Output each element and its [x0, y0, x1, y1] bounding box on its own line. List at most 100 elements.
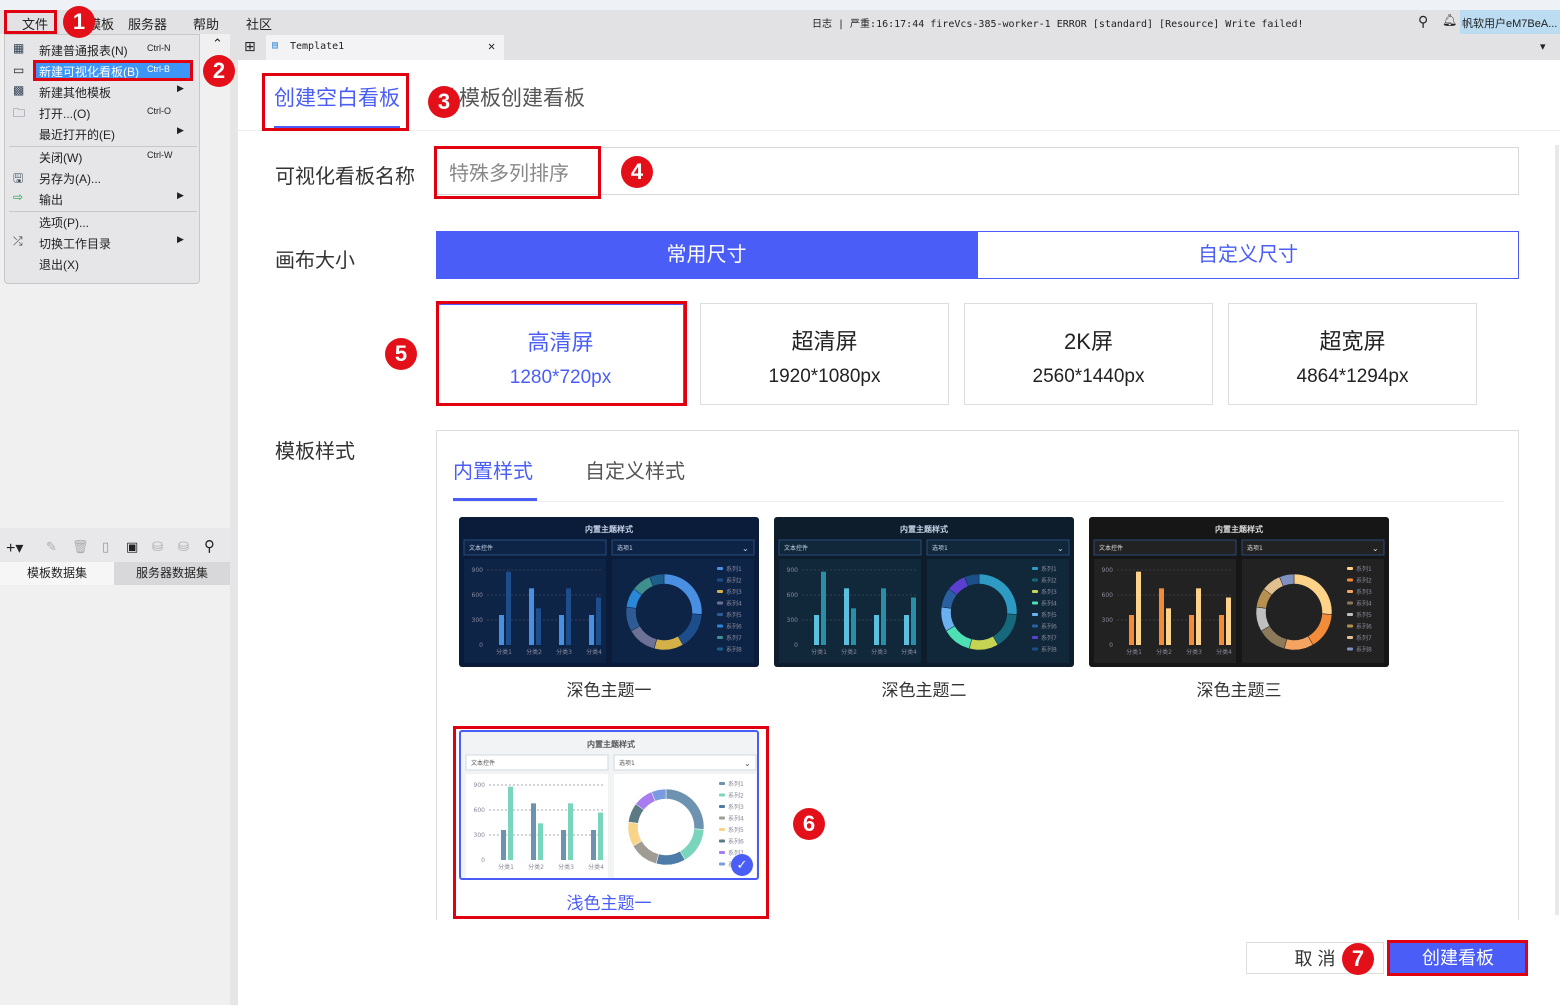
size-option-2k[interactable]: 2K屏 2560*1440px — [964, 303, 1213, 405]
thumb-xtick: 分类3 — [1186, 648, 1202, 656]
collapse-icon[interactable]: ⌃ — [212, 36, 223, 52]
db-remove-icon[interactable]: ⛁ — [178, 539, 189, 555]
thumb-bar — [1196, 588, 1201, 645]
tab-list-icon[interactable]: ▾ — [1540, 40, 1546, 53]
thumb-title: 内置主题样式 — [585, 524, 633, 534]
step-badge: 6 — [793, 808, 825, 840]
dataset-tabs: 模板数据集 服务器数据集 — [0, 562, 230, 585]
thumb-legend-swatch — [1347, 613, 1353, 616]
shuffle-icon: ⤮ — [13, 234, 23, 248]
thumb-legend-label: 系列1 — [726, 565, 742, 573]
size-option-fhd[interactable]: 超清屏 1920*1080px — [700, 303, 949, 405]
tab-server-dataset[interactable]: 服务器数据集 — [114, 562, 230, 585]
thumb-legend-swatch — [717, 647, 723, 651]
search-dataset-icon[interactable]: ⚲ — [204, 537, 215, 555]
tab-template1[interactable]: ▤ Template1 ✕ — [266, 35, 504, 60]
tab-from-template[interactable]: 从模板创建看板 — [438, 82, 585, 112]
thumb-bar — [881, 588, 886, 645]
bell-icon[interactable]: 🔔︎ — [1442, 13, 1457, 27]
theme-thumbnail[interactable]: 内置主题样式 文本控件 选项1 ⌄ 0 300 600 900 分类1 分类2 分类3 分类4 系列1 系… — [1089, 517, 1389, 667]
thumb-legend-swatch — [717, 613, 723, 616]
thumb-legend-swatch — [1347, 647, 1353, 651]
common-size-button[interactable]: 常用尺寸 — [436, 231, 977, 279]
delete-icon[interactable]: 🗑︎ — [72, 539, 89, 555]
tab-builtin-style[interactable]: 内置样式 — [453, 455, 533, 484]
thumb-bar — [566, 588, 571, 645]
thumb-bar — [844, 588, 849, 645]
thumb-legend-label: 系列2 — [1356, 577, 1372, 585]
annotation-box — [4, 10, 57, 34]
thumb-legend-swatch — [1032, 601, 1038, 605]
thumb-ytick: 600 — [787, 592, 799, 599]
dataset-toolbar: +▾ ✎ 🗑︎ ▯ ▣ ⛁ ⛁ ⚲ — [0, 528, 230, 562]
theme-thumbnail[interactable]: 内置主题样式 文本控件 选项1 ⌄ 0 300 600 900 分类1 分类2 分类3 分类4 系列1 系… — [774, 517, 1074, 667]
thumb-xtick: 分类2 — [1156, 648, 1172, 656]
menu-item-options[interactable]: 选项(P)... — [5, 211, 199, 231]
tab-label: Template1 — [290, 41, 345, 52]
thumb-ytick: 0 — [1109, 642, 1113, 649]
menu-item-new-report[interactable]: ▦ 新建普通报表(N) Ctrl-N — [5, 39, 199, 59]
size-option-ultrawide[interactable]: 超宽屏 4864*1294px — [1228, 303, 1477, 405]
thumb-ytick: 0 — [794, 642, 798, 649]
thumb-legend-swatch — [1347, 636, 1353, 639]
thumb-bar-panel — [779, 559, 921, 663]
menu-item-close[interactable]: 关闭(W) Ctrl-W — [5, 146, 199, 166]
theme-name[interactable]: 深色主题三 — [1089, 676, 1389, 701]
edit-icon[interactable]: ✎ — [46, 539, 57, 555]
thumb-bar — [911, 597, 916, 645]
thumb-legend-label: 系列7 — [726, 634, 742, 642]
tab-template-dataset[interactable]: 模板数据集 — [0, 562, 114, 585]
thumb-ytick: 900 — [1102, 567, 1114, 574]
menu-item-switch-dir[interactable]: ⤮ 切换工作目录 ▶ — [5, 232, 199, 252]
thumb-xtick: 分类1 — [1126, 648, 1142, 656]
thumb-legend-label: 系列4 — [1356, 600, 1372, 608]
thumb-bar — [559, 615, 564, 645]
menu-community[interactable]: 社区 — [246, 14, 272, 33]
menubar: 文件 模板 服务器 帮助 社区 — [0, 10, 1560, 34]
thumb-bar — [1159, 588, 1164, 645]
annotation-box — [453, 726, 769, 919]
thumb-bar — [536, 608, 541, 645]
export-icon: ⇨ — [13, 190, 24, 204]
thumb-ytick: 0 — [479, 642, 483, 649]
menu-item-open[interactable]: 🗀 打开...(O) Ctrl-O — [5, 102, 199, 122]
sql-icon[interactable]: ▣ — [126, 539, 138, 555]
step-badge: 4 — [621, 156, 653, 188]
db-play-icon[interactable]: ⛁ — [152, 539, 163, 555]
menu-item-exit[interactable]: 退出(X) — [5, 253, 199, 273]
thumb-xtick: 分类1 — [811, 648, 827, 656]
theme-thumbnail[interactable]: 内置主题样式 文本控件 选项1 ⌄ 0 300 600 900 分类1 分类2 分类3 分类4 系列1 系… — [459, 517, 759, 667]
submenu-arrow-icon: ▶ — [177, 190, 184, 200]
scrollbar[interactable] — [1555, 145, 1559, 915]
menu-item-export[interactable]: ⇨ 输出 ▶ — [5, 188, 199, 208]
preview-icon[interactable]: ▯ — [102, 539, 109, 555]
menu-server[interactable]: 服务器 — [128, 14, 167, 33]
thumb-ytick: 300 — [472, 617, 484, 624]
panel-splitter[interactable] — [230, 34, 238, 1005]
custom-size-button[interactable]: 自定义尺寸 — [977, 231, 1519, 279]
thumb-legend-swatch — [1347, 590, 1353, 593]
thumb-legend-label: 系列4 — [726, 600, 742, 608]
user-account[interactable]: 帆软用户eM7BeA... — [1460, 10, 1560, 34]
theme-name[interactable]: 深色主题二 — [774, 676, 1074, 701]
menu-item-recent[interactable]: 最近打开的(E) ▶ — [5, 123, 199, 143]
tabs-divider — [238, 130, 1560, 131]
template-style-label: 模板样式 — [275, 441, 355, 463]
thumb-legend-swatch — [1032, 624, 1038, 628]
thumb-bar — [1136, 571, 1141, 645]
thumb-bar — [499, 615, 504, 645]
thumb-legend-label: 系列3 — [1041, 588, 1057, 596]
svg-text:选项1: 选项1 — [617, 544, 633, 552]
menu-help[interactable]: 帮助 — [193, 14, 219, 33]
close-tab-icon[interactable]: ✕ — [488, 39, 495, 53]
add-icon[interactable]: +▾ — [6, 538, 23, 558]
menu-item-save-as[interactable]: 🖫 另存为(A)... — [5, 167, 199, 187]
theme-name[interactable]: 深色主题一 — [459, 676, 759, 701]
step-badge: 3 — [428, 86, 460, 118]
log-message[interactable]: 日志 | 严重:16:17:44 fireVcs-385-worker-1 ER… — [812, 15, 1304, 30]
thumb-legend-label: 系列8 — [726, 646, 742, 654]
tab-custom-style[interactable]: 自定义样式 — [585, 455, 685, 484]
new-tab-icon[interactable]: ⊞ — [244, 38, 256, 55]
search-icon[interactable]: ⚲ — [1418, 13, 1428, 30]
menu-item-new-other[interactable]: ▩ 新建其他模板 ▶ — [5, 81, 199, 101]
